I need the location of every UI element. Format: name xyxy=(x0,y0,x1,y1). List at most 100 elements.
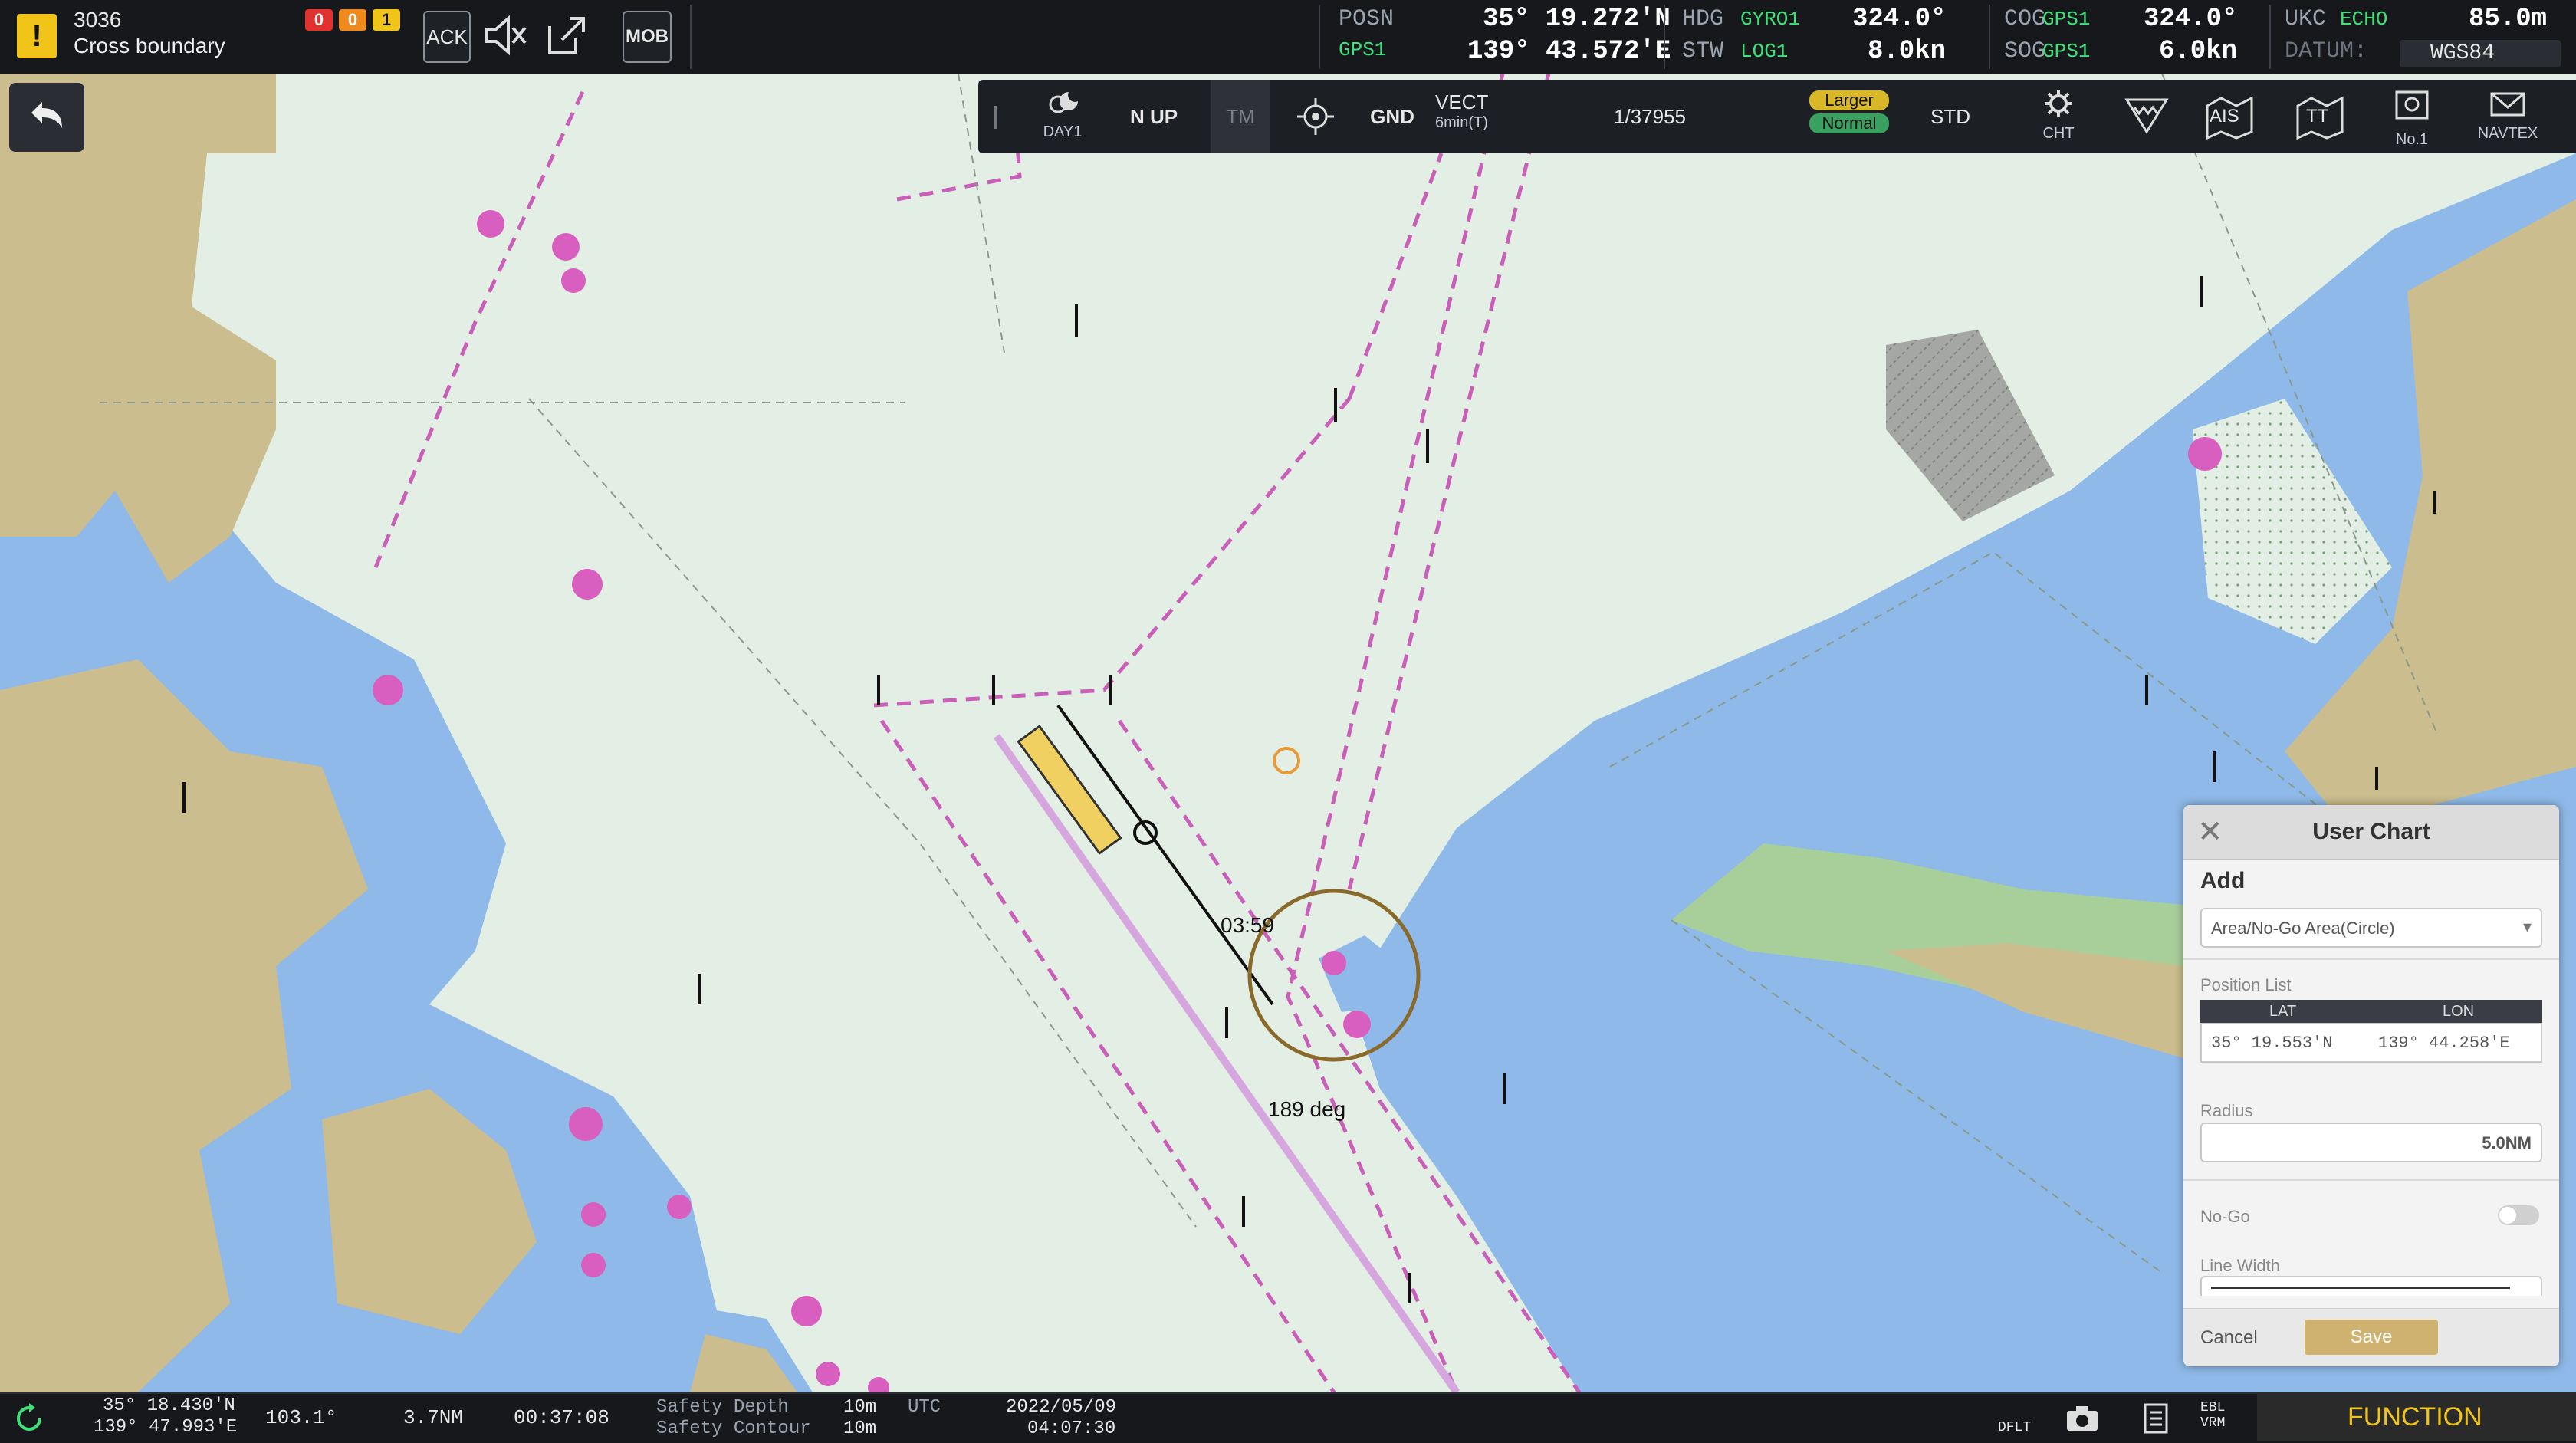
cursor-ttg: 00:37:08 xyxy=(514,1406,610,1429)
vect-button[interactable]: VECT 6min(T) xyxy=(1435,80,1558,164)
cursor-bearing: 103.1° xyxy=(265,1406,337,1429)
cursor-lon: 139° 47.993'E xyxy=(94,1417,238,1438)
line-width-select[interactable] xyxy=(2200,1276,2542,1296)
caution-counter[interactable]: 1 xyxy=(373,9,400,31)
route-icon xyxy=(2395,90,2429,120)
datum-value: WGS84 xyxy=(2430,41,2496,65)
gear-icon xyxy=(2045,90,2072,117)
date-value: 2022/05/09 xyxy=(1006,1397,1117,1418)
alert-id: 3036 xyxy=(74,8,122,31)
back-button[interactable] xyxy=(9,83,84,152)
divider xyxy=(2183,1179,2559,1181)
position-list-label: Position List xyxy=(2200,975,2292,994)
document-icon[interactable] xyxy=(2142,1403,2170,1434)
safety-contour-value: 10m xyxy=(843,1418,877,1439)
line-width-sample xyxy=(2211,1287,2510,1289)
nogo-label: No-Go xyxy=(2200,1207,2250,1226)
sog-label: SOG xyxy=(2004,38,2046,64)
mob-button[interactable]: MOB xyxy=(623,11,672,63)
ack-button[interactable]: ACK xyxy=(423,11,471,63)
external-link-icon xyxy=(548,17,585,54)
divider xyxy=(1319,5,1320,69)
warning-icon[interactable]: ! xyxy=(17,14,57,58)
ukc-label: UKC xyxy=(2285,6,2327,32)
nogo-toggle[interactable] xyxy=(2498,1205,2539,1225)
refresh-icon[interactable] xyxy=(12,1402,46,1435)
cog-label: COG xyxy=(2004,6,2046,32)
cursor-range: 3.7NM xyxy=(403,1406,464,1429)
ais-label: AIS xyxy=(2210,106,2239,127)
user-chart-panel: ✕ User Chart Add Area/No-Go Area(Circle)… xyxy=(2183,805,2559,1366)
text-size-toggle[interactable]: Larger Normal xyxy=(1806,80,1892,164)
divider xyxy=(2269,5,2271,69)
section-heading: Add xyxy=(2200,868,2246,893)
alarm-counter[interactable]: 0 xyxy=(305,9,333,31)
larger-label: Larger xyxy=(1809,90,1889,110)
datum-label: DATUM: xyxy=(2285,38,2368,64)
panel-header: ✕ User Chart xyxy=(2183,805,2559,860)
safety-depth-label: Safety Depth xyxy=(656,1397,789,1418)
divider xyxy=(1664,5,1665,69)
std-selector[interactable]: STD xyxy=(1912,80,1989,153)
no1-label: No.1 xyxy=(2395,131,2429,148)
center-button[interactable] xyxy=(1285,80,1346,153)
radius-input[interactable]: 5.0NM xyxy=(2200,1123,2542,1162)
lon-value: 139° 44.258'E xyxy=(2378,1034,2510,1053)
popout-button[interactable] xyxy=(541,11,589,60)
toggle-knob xyxy=(2499,1207,2516,1224)
ukc-source: ECHO xyxy=(2340,8,2388,31)
route-no1-button[interactable]: No.1 xyxy=(2375,80,2449,153)
divider xyxy=(2183,958,2559,960)
undo-arrow-icon xyxy=(31,102,62,128)
time-value: 04:07:30 xyxy=(1027,1418,1116,1439)
cht-label: CHT xyxy=(2042,125,2075,142)
speaker-mute-icon xyxy=(485,15,527,56)
day-button[interactable]: DAY1 xyxy=(1023,80,1102,153)
lon-header: LON xyxy=(2443,1003,2475,1020)
warning-counter[interactable]: 0 xyxy=(339,9,366,31)
hdg-label: HDG xyxy=(1682,6,1724,32)
safety-depth-value: 10m xyxy=(843,1397,877,1418)
lat-value: 35° 19.553'N xyxy=(2211,1034,2333,1053)
chart-toolbar: DAY1 N UP TM GND VECT 6min(T) 1/37955 La… xyxy=(978,80,2576,153)
filter-button[interactable] xyxy=(2110,80,2183,153)
ukc-value: 85.0m xyxy=(2469,5,2548,34)
bearing-label: 189 deg xyxy=(1268,1097,1346,1121)
save-button[interactable]: Save xyxy=(2305,1320,2438,1355)
line-width-label: Line Width xyxy=(2200,1256,2280,1275)
day-night-icon xyxy=(1049,92,1078,113)
type-select[interactable]: Area/No-Go Area(Circle) ▾ xyxy=(2200,908,2542,948)
lat-header: LAT xyxy=(2269,1003,2297,1020)
crosshair-icon xyxy=(1297,98,1334,135)
cog-source: GPS1 xyxy=(2042,8,2091,31)
type-select-value: Area/No-Go Area(Circle) xyxy=(2211,919,2395,938)
mute-button[interactable] xyxy=(481,11,529,60)
navtex-label: NAVTEX xyxy=(2477,125,2538,142)
dflt-label[interactable]: DFLT xyxy=(1998,1420,2031,1435)
normal-label: Normal xyxy=(1809,113,1889,133)
radius-label: Radius xyxy=(2200,1101,2253,1120)
hdg-source: GYRO1 xyxy=(1740,8,1801,31)
tt-button[interactable]: TT xyxy=(2283,80,2357,153)
ebl-vrm-button[interactable]: EBL VRM xyxy=(2200,1400,2239,1431)
orientation-button[interactable]: N UP xyxy=(1112,80,1196,153)
scale-selector[interactable]: 1/37955 xyxy=(1573,80,1727,153)
ais-button[interactable]: AIS xyxy=(2193,80,2266,153)
vect-sub-label: 6min(T) xyxy=(1435,114,1488,131)
position-row[interactable]: 35° 19.553'N 139° 44.258'E xyxy=(2200,1023,2542,1063)
bottom-status-bar: 35° 18.430'N 139° 47.993'E 103.1° 3.7NM … xyxy=(0,1392,2576,1443)
camera-icon[interactable] xyxy=(2065,1405,2099,1432)
alert-message: Cross boundary xyxy=(74,34,225,58)
cht-button[interactable]: CHT xyxy=(2024,80,2093,153)
envelope-icon xyxy=(2490,92,2525,117)
cancel-button[interactable]: Cancel xyxy=(2200,1327,2258,1349)
filter-icon xyxy=(2124,98,2169,134)
navtex-button[interactable]: NAVTEX xyxy=(2466,80,2550,153)
function-button[interactable]: FUNCTION xyxy=(2257,1392,2576,1441)
divider xyxy=(1989,5,1990,69)
sog-value: 6.0kn xyxy=(2159,37,2238,66)
tm-button[interactable]: TM xyxy=(1211,80,1270,153)
chevron-down-icon: ▾ xyxy=(2522,917,2532,936)
timezone-label: UTC xyxy=(908,1397,941,1418)
gnd-button[interactable]: GND xyxy=(1362,80,1423,153)
